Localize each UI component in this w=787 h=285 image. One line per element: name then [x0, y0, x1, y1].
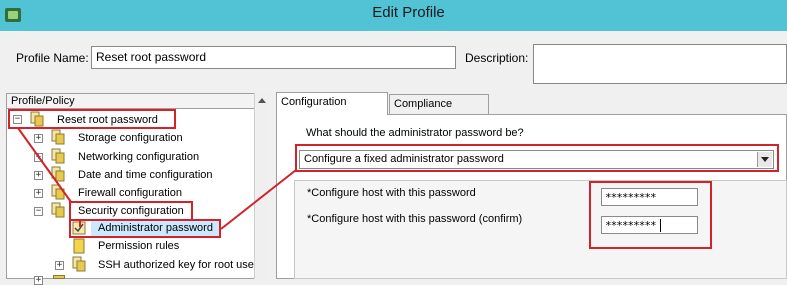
profile-name-input[interactable]: Reset root password [91, 46, 456, 69]
question-label: What should the administrator password b… [306, 127, 524, 139]
tree-item-date-time-configuration[interactable]: Date and time configuration [78, 169, 213, 181]
highlight-box-dropdown [295, 144, 779, 172]
expand-icon[interactable]: + [34, 189, 43, 198]
window-title: Edit Profile [372, 4, 445, 21]
expand-icon[interactable]: + [34, 153, 43, 162]
tree-item-ssh-authorized-key[interactable]: SSH authorized key for root use [98, 259, 254, 271]
password-label: *Configure host with this password [307, 187, 476, 199]
policy-icon [73, 238, 85, 254]
expand-icon[interactable]: + [34, 276, 43, 285]
folder-profile-icon [51, 202, 65, 218]
folder-profile-icon [51, 184, 65, 200]
highlight-box-profile [8, 109, 176, 129]
folder-profile-icon [72, 256, 86, 272]
tab-compliance-details[interactable]: Compliance Details [389, 94, 489, 128]
highlight-box-admin-password [69, 219, 221, 238]
tree-item-networking-configuration[interactable]: Networking configuration [78, 151, 199, 163]
scroll-up-icon[interactable] [258, 98, 266, 103]
tree-item-firewall-configuration[interactable]: Firewall configuration [78, 187, 182, 199]
folder-profile-icon [51, 129, 65, 145]
profile-name-label: Profile Name: [16, 51, 89, 65]
description-label: Description: [465, 51, 529, 65]
highlight-box-security [69, 201, 193, 221]
folder-profile-icon [51, 148, 65, 164]
folder-profile-icon [51, 166, 65, 182]
folder-profile-icon [53, 275, 65, 279]
confirm-password-label: *Configure host with this password (conf… [307, 213, 523, 225]
collapse-icon[interactable]: − [34, 207, 43, 216]
tree-item-permission-rules[interactable]: Permission rules [98, 240, 179, 252]
tree-scrollbar[interactable] [254, 93, 269, 279]
tree-item-storage-configuration[interactable]: Storage configuration [78, 132, 183, 144]
expand-icon[interactable]: + [55, 261, 64, 270]
highlight-box-passwords [589, 181, 712, 249]
tab-configuration-details[interactable]: Configuration Details [276, 92, 388, 126]
active-tab-joiner [277, 113, 387, 115]
tree-header: Profile/Policy [6, 93, 258, 109]
expand-icon[interactable]: + [34, 171, 43, 180]
description-input[interactable] [533, 44, 787, 84]
expand-icon[interactable]: + [34, 134, 43, 143]
